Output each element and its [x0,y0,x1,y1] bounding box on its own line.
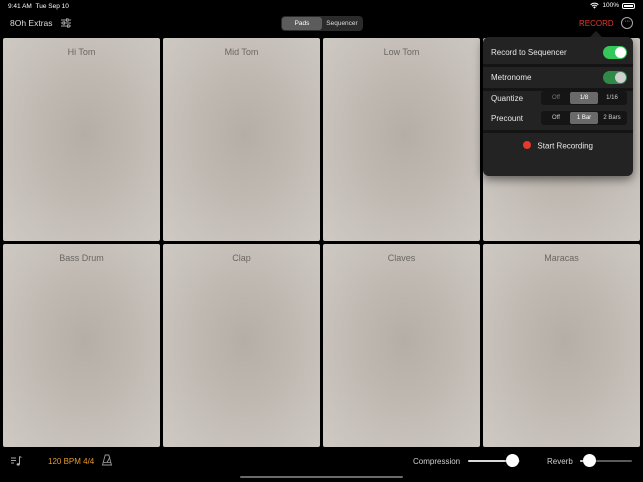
pad-label: Clap [232,253,251,263]
precount-off[interactable]: Off [542,112,570,124]
battery-percent: 100% [602,2,619,9]
pad-claves[interactable]: Claves [323,244,480,447]
record-dot-icon [522,141,531,150]
precount-control: Off 1 Bar 2 Bars [541,111,627,125]
compression-slider-knob[interactable] [505,454,519,467]
tab-sequencer[interactable]: Sequencer [322,17,362,30]
reverb-label: Reverb [547,457,573,466]
pad-bass-drum[interactable]: Bass Drum [3,244,160,447]
pad-maracas[interactable]: Maracas [483,244,640,447]
precount-one-bar[interactable]: 1 Bar [570,112,598,124]
kit-title[interactable]: 8Oh Extras [10,18,53,28]
top-bar: 8Oh Extras Pads Sequencer RECORD ··· [0,13,643,35]
reverb-slider[interactable] [580,454,632,467]
start-recording-button[interactable]: Start Recording [483,137,633,157]
record-popover: Record to Sequencer Metronome Quantize O… [483,37,633,176]
quantize-eighth[interactable]: 1/8 [570,92,598,104]
reverb-slider-knob[interactable] [582,454,596,467]
compression-label: Compression [413,457,461,466]
pad-mid-tom[interactable]: Mid Tom [163,38,320,241]
precount-two-bars[interactable]: 2 Bars [598,112,626,124]
pad-label: Hi Tom [67,47,96,57]
record-button[interactable]: RECORD [579,19,614,28]
start-recording-label: Start Recording [537,141,594,151]
metronome-icon[interactable] [101,454,113,466]
sliders-icon[interactable] [60,17,72,29]
record-to-sequencer-toggle[interactable] [603,46,627,59]
metronome-label: Metronome [491,73,532,82]
bottom-bar: 120 BPM 4/4 Compression Reverb [0,448,643,482]
pad-label: Maracas [544,253,579,263]
precount-label: Precount [491,114,524,123]
battery-icon [622,2,635,9]
pad-label: Claves [387,253,416,263]
quantize-control: Off 1/8 1/16 [541,91,627,105]
quantize-label: Quantize [491,94,524,103]
music-note-list-icon[interactable] [10,455,22,467]
tempo-display[interactable]: 120 BPM 4/4 [48,457,94,466]
status-time: 9:41 AM Tue Sep 10 [8,3,69,10]
wifi-icon [590,2,600,9]
quantize-off[interactable]: Off [542,92,570,104]
quantize-row: Quantize Off 1/8 1/16 [483,88,633,108]
divider [483,130,633,133]
record-to-sequencer-row: Record to Sequencer [483,42,633,62]
pad-hi-tom[interactable]: Hi Tom [3,38,160,241]
compression-slider[interactable] [468,454,520,467]
pad-label: Low Tom [383,47,420,57]
pad-clap[interactable]: Clap [163,244,320,447]
ellipsis-circle-icon[interactable]: ··· [621,17,633,29]
home-indicator[interactable] [240,476,403,478]
tab-pads[interactable]: Pads [282,17,322,30]
pad-label: Mid Tom [224,47,259,57]
view-segmented-control: Pads Sequencer [281,16,363,31]
status-bar: 9:41 AM Tue Sep 10 100% [0,0,643,13]
quantize-sixteenth[interactable]: 1/16 [598,92,626,104]
status-right: 100% [590,2,635,9]
metronome-row: Metronome [483,67,633,87]
pad-low-tom[interactable]: Low Tom [323,38,480,241]
pad-label: Bass Drum [59,253,104,263]
metronome-toggle[interactable] [603,71,627,84]
precount-row: Precount Off 1 Bar 2 Bars [483,108,633,128]
record-to-sequencer-label: Record to Sequencer [491,48,567,57]
